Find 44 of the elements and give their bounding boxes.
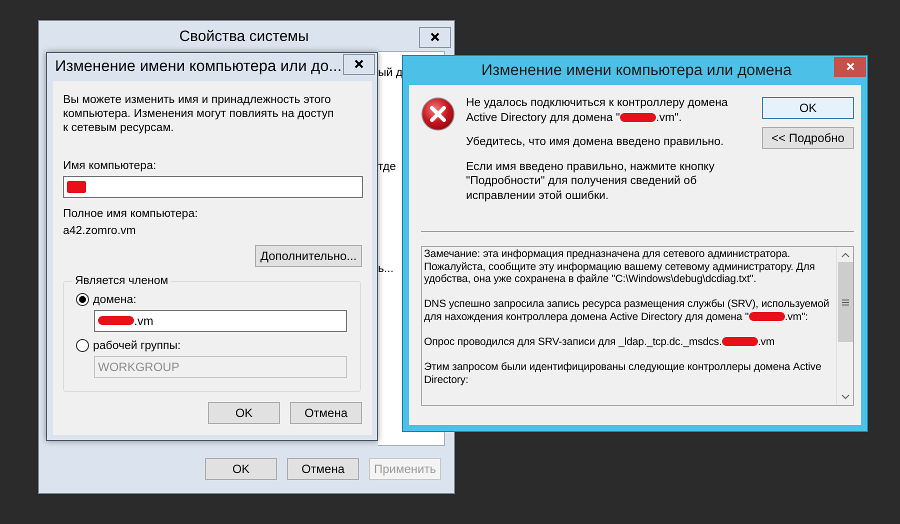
redaction-mark: [722, 337, 758, 346]
scrollbar-thumb[interactable]: [838, 262, 852, 342]
text-field[interactable]: .vm: [94, 310, 347, 332]
details-text: Замечание: эта информация предназначена для сетевого администратора. Пожалуйста, сообщите эту информацию вашему сетевому администратору. Для удобства, она уже сохранена в файле "C:\Windows\debug\dcdiag.txt".: [424, 248, 816, 286]
scroll-up-icon[interactable]: [840, 252, 850, 258]
window-title: Свойства системы: [178, 26, 310, 47]
value-text: a42.zomro.vm: [63, 224, 137, 238]
error-icon: [421, 97, 455, 131]
dialog-button[interactable]: OK: [205, 458, 277, 480]
radio-button[interactable]: [76, 293, 89, 306]
redaction-mark: [620, 112, 656, 122]
window-title: Изменение имени компьютера или до...: [55, 57, 343, 78]
intro-text: Вы можете изменить имя и принадлежность этого компьютера. Изменения могут повлиять на доступ к сетевым ресурсам.: [63, 93, 335, 135]
window-title: Изменение имени компьютера или домена: [480, 60, 793, 81]
scrollbar[interactable]: [836, 247, 853, 405]
close-button[interactable]: [419, 26, 451, 48]
dialog-button[interactable]: Отмена: [287, 458, 359, 480]
radio-option[interactable]: домена:: [76, 292, 346, 306]
details-text: DNS успешно запросила запись ресурса размещения службы (SRV), используемой для нахождения контроллера домена Active Directory для домена " .vm":: [424, 298, 830, 324]
redaction-mark: [98, 316, 134, 325]
details-text: Опрос проводился для SRV-записи для _ldap._tcp.dc._msdcs. .vm: [424, 336, 776, 349]
close-icon: [430, 32, 440, 42]
dialog-button[interactable]: OK: [762, 97, 854, 119]
text-field[interactable]: [63, 176, 363, 198]
message-text: Убедитесь, что имя домена введено правильно.: [466, 135, 725, 150]
close-icon: [354, 59, 364, 69]
group-label: Является членом: [74, 276, 170, 288]
close-icon: [846, 62, 854, 71]
message-text: Не удалось подключиться к контроллеру домена Active Directory для домена " .vm".: [466, 96, 729, 125]
field-label: Имя компьютера:: [63, 159, 158, 173]
details-text: Этим запросом были идентифицированы следующие контроллеры домена Active Directory:: [424, 361, 822, 387]
scroll-down-icon[interactable]: [840, 394, 850, 400]
dialog-button[interactable]: Дополнительно...: [255, 245, 362, 267]
dialog-button[interactable]: OK: [208, 402, 280, 424]
grip-icon: [842, 298, 848, 306]
details-box[interactable]: [421, 246, 854, 406]
message-text: Если имя введено правильно, нажмите кнопку "Подробности" для получения сведений об исправлении этой ошибки.: [466, 160, 716, 203]
dialog-button[interactable]: Отмена: [290, 402, 362, 424]
close-button[interactable]: [343, 54, 375, 74]
label-text: тде: [378, 160, 397, 176]
redaction-mark: [67, 181, 86, 193]
field-label: Полное имя компьютера:: [63, 207, 199, 221]
dialog-button[interactable]: << Подробно: [762, 127, 854, 149]
redaction-mark: [748, 312, 785, 321]
